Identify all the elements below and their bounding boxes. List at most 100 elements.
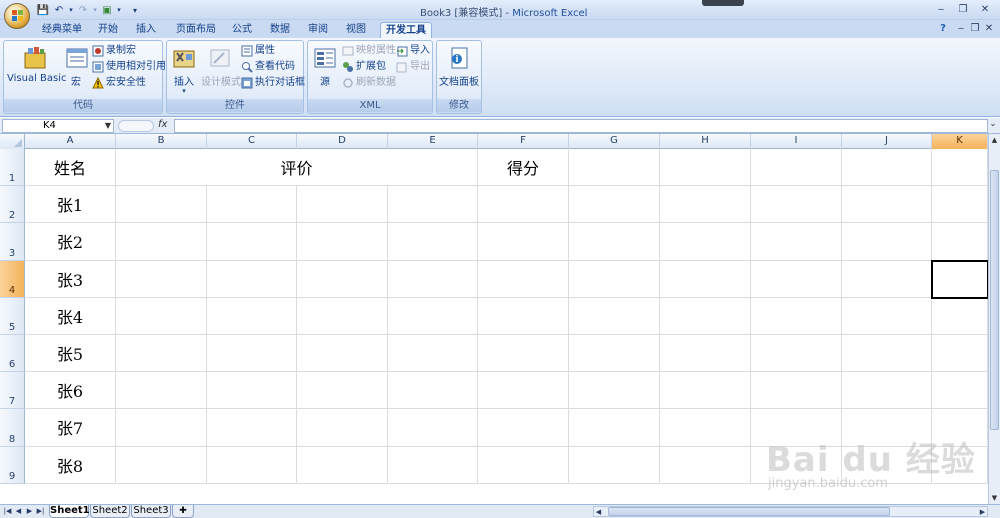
column-header-e[interactable]: E [388,134,478,149]
cell[interactable] [569,335,660,373]
name-cell[interactable]: 张7 [25,409,116,447]
map-properties-button[interactable]: 映射属性 [342,44,396,58]
row-header-9[interactable]: 9 [0,446,25,484]
cell[interactable] [660,260,751,298]
name-cell[interactable]: 张1 [25,186,116,224]
cell[interactable] [207,372,297,410]
scroll-down-icon[interactable]: ▼ [990,493,999,503]
cell[interactable] [842,446,932,484]
first-sheet-icon[interactable]: |◀ [3,506,12,517]
cell[interactable] [388,446,478,484]
cell[interactable] [116,335,207,373]
cell[interactable] [842,297,932,335]
cell[interactable] [751,409,842,447]
tab-view[interactable]: 视图 [340,22,372,38]
cell[interactable] [751,372,842,410]
column-header-d[interactable]: D [297,134,388,149]
office-button[interactable] [4,3,30,29]
tab-data[interactable]: 数据 [264,22,296,38]
cell[interactable] [388,186,478,224]
xml-import-button[interactable]: 导入 [396,44,430,58]
cell[interactable] [932,297,988,335]
cell[interactable] [932,409,988,447]
tab-review[interactable]: 审阅 [302,22,334,38]
print-dropdown-icon[interactable]: ▾ [112,3,126,17]
cell[interactable] [932,260,988,298]
cell[interactable] [297,297,388,335]
cell[interactable] [297,446,388,484]
header-cell-evaluation[interactable]: 评价 [116,149,478,187]
vertical-scroll-thumb[interactable] [990,170,999,430]
properties-button[interactable]: 属性 [241,44,275,58]
last-sheet-icon[interactable]: ▶| [36,506,45,517]
row-header-6[interactable]: 6 [0,335,25,373]
name-cell[interactable]: 张3 [25,260,116,298]
cell[interactable] [660,149,751,187]
cell[interactable] [842,149,932,187]
design-mode-button[interactable]: 设计模式 [201,45,241,88]
xml-source-button[interactable]: 源 [312,45,338,88]
formula-splitter[interactable] [118,120,154,132]
tab-developer[interactable]: 开发工具 [380,22,432,38]
cell[interactable] [569,409,660,447]
cell[interactable] [569,260,660,298]
column-header-f[interactable]: F [478,134,569,149]
sheet-tab-sheet1[interactable]: Sheet1 [49,505,90,518]
cell[interactable] [207,409,297,447]
document-panel-button[interactable]: 文档面板 [439,45,479,88]
cell[interactable] [842,223,932,261]
cell[interactable] [207,297,297,335]
header-cell-name[interactable]: 姓名 [25,149,116,187]
cell[interactable] [297,186,388,224]
cell[interactable] [207,335,297,373]
tab-classic-menu[interactable]: 经典菜单 [36,22,88,38]
cell[interactable] [751,223,842,261]
tab-formulas[interactable]: 公式 [226,22,258,38]
prev-sheet-icon[interactable]: ◀ [14,506,23,517]
header-cell-score[interactable]: 得分 [478,149,569,187]
cell[interactable] [116,297,207,335]
column-header-h[interactable]: H [660,134,751,149]
run-dialog-button[interactable]: 执行对话框 [241,76,305,90]
cell[interactable] [842,409,932,447]
cell[interactable] [478,186,569,224]
cell[interactable] [932,149,988,187]
cell[interactable] [207,260,297,298]
cell[interactable] [297,260,388,298]
name-cell[interactable]: 张4 [25,297,116,335]
formula-input[interactable] [174,119,988,133]
workbook-close-icon[interactable]: ✕ [982,22,996,35]
close-icon[interactable]: ✕ [978,3,992,16]
customize-qat-icon[interactable]: ▾ [128,3,142,17]
cell[interactable] [569,186,660,224]
record-macro-button[interactable]: 录制宏 [92,44,136,58]
cell[interactable] [751,297,842,335]
cell[interactable] [932,223,988,261]
cell[interactable] [116,446,207,484]
cell[interactable] [388,260,478,298]
column-header-k[interactable]: K [932,134,988,149]
insert-worksheet-icon[interactable]: ✚ [172,505,194,518]
row-header-1[interactable]: 1 [0,149,25,187]
row-header-5[interactable]: 5 [0,297,25,335]
name-box-dropdown-icon[interactable]: ▼ [105,120,111,132]
save-icon[interactable]: 💾 [36,3,50,17]
cell[interactable] [478,223,569,261]
cell[interactable] [660,372,751,410]
scroll-left-icon[interactable]: ◀ [594,507,603,518]
cell[interactable] [932,372,988,410]
name-cell[interactable]: 张6 [25,372,116,410]
macro-security-button[interactable]: 宏安全性 [92,76,146,90]
cell[interactable] [569,372,660,410]
tab-page-layout[interactable]: 页面布局 [170,22,222,38]
name-box[interactable]: K4 ▼ [2,119,114,133]
cell[interactable] [660,223,751,261]
xml-export-button[interactable]: 导出 [396,60,430,74]
column-header-b[interactable]: B [116,134,207,149]
cell[interactable] [297,409,388,447]
column-header-j[interactable]: J [842,134,932,149]
restore-icon[interactable]: ❐ [956,3,970,16]
row-header-3[interactable]: 3 [0,223,25,261]
horizontal-scrollbar[interactable]: ◀ ▶ [593,506,988,517]
cell[interactable] [116,372,207,410]
